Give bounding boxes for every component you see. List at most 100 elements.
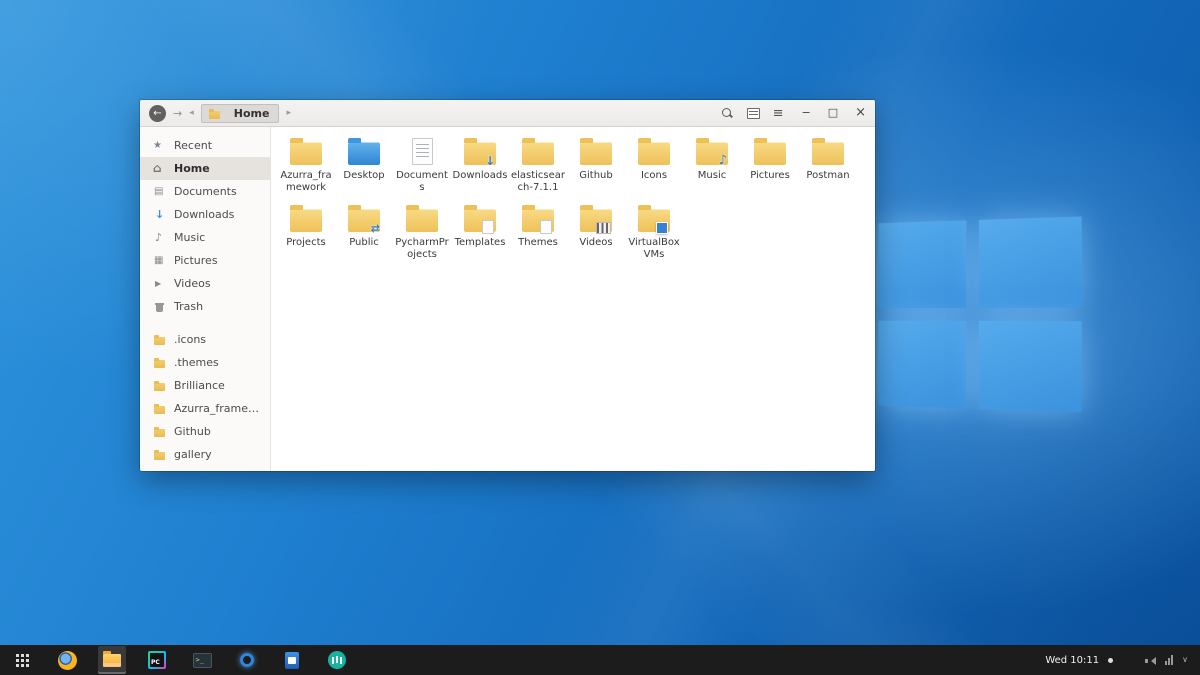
folder-icon bbox=[290, 209, 322, 232]
sidebar-item-downloads[interactable]: Downloads bbox=[140, 203, 270, 226]
file-label: Music bbox=[698, 170, 726, 182]
sidebar-item-home[interactable]: Home bbox=[140, 157, 270, 180]
file-item[interactable]: PycharmProjects bbox=[393, 202, 451, 261]
sidebar-item-label: Downloads bbox=[174, 208, 234, 221]
file-label: Pictures bbox=[750, 170, 790, 182]
downloads-icon bbox=[153, 208, 166, 221]
maximize-button[interactable]: □ bbox=[828, 106, 838, 120]
pathbar-scroll-left-button[interactable]: ◂ bbox=[189, 108, 194, 118]
folder-icon bbox=[348, 142, 380, 165]
sidebar-item-recent[interactable]: Recent bbox=[140, 134, 270, 157]
sidebar-item-documents[interactable]: Documents bbox=[140, 180, 270, 203]
minimize-button[interactable]: − bbox=[801, 106, 810, 120]
file-item[interactable]: Music bbox=[683, 135, 741, 194]
file-item[interactable]: Github bbox=[567, 135, 625, 194]
forward-button[interactable]: → bbox=[173, 107, 182, 120]
file-item[interactable]: Themes bbox=[509, 202, 567, 261]
pathbar-scroll-right-button[interactable]: ▸ bbox=[286, 108, 291, 118]
files-button[interactable] bbox=[98, 646, 126, 674]
file-label: Icons bbox=[641, 170, 667, 182]
file-item[interactable]: Projects bbox=[277, 202, 335, 261]
blue-ring-icon bbox=[240, 653, 254, 667]
music-icon bbox=[153, 231, 166, 244]
ring-app-button[interactable] bbox=[233, 646, 261, 674]
files-icon bbox=[103, 654, 121, 667]
file-item[interactable]: Azurra_framework bbox=[277, 135, 335, 194]
file-label: Themes bbox=[518, 237, 558, 249]
signal-bar bbox=[1168, 658, 1170, 665]
audio-app-button[interactable] bbox=[323, 646, 351, 674]
search-icon[interactable] bbox=[721, 107, 734, 120]
window-toolbar: ← → ◂ Home ▸ ≡ − □ × bbox=[140, 100, 875, 127]
system-tray: Wed 10:11 ∨ bbox=[1045, 655, 1200, 666]
back-button[interactable]: ← bbox=[149, 105, 166, 122]
sidebar-item-trash[interactable]: Trash bbox=[140, 295, 270, 318]
windows-logo-pane bbox=[879, 220, 967, 308]
file-item[interactable]: Templates bbox=[451, 202, 509, 261]
file-label: Github bbox=[579, 170, 612, 182]
folder-icon bbox=[464, 209, 496, 232]
file-label: PycharmProjects bbox=[394, 237, 450, 261]
file-label: Projects bbox=[286, 237, 325, 249]
file-label: Postman bbox=[806, 170, 849, 182]
office-app-button[interactable] bbox=[278, 646, 306, 674]
firefox-button[interactable] bbox=[53, 646, 81, 674]
folder-icon bbox=[638, 142, 670, 165]
sidebar-item-label: Github bbox=[174, 425, 211, 438]
view-toggle-icon[interactable] bbox=[747, 108, 760, 119]
file-item[interactable]: Postman bbox=[799, 135, 857, 194]
sidebar-item-azurra-framework[interactable]: Azurra_framework bbox=[140, 397, 270, 420]
folder-icon bbox=[522, 142, 554, 165]
folder-icon bbox=[464, 142, 496, 165]
sidebar-item-videos[interactable]: Videos bbox=[140, 272, 270, 295]
sidebar-item-label: Home bbox=[174, 162, 210, 175]
blue-document-icon bbox=[285, 652, 299, 669]
file-label: Templates bbox=[455, 237, 506, 249]
folder-icon bbox=[153, 333, 166, 346]
sidebar-item-gallery[interactable]: gallery bbox=[140, 443, 270, 466]
sidebar-item-music[interactable]: Music bbox=[140, 226, 270, 249]
pycharm-button[interactable]: PC bbox=[143, 646, 171, 674]
sidebar: Recent Home Documents Downloads Music bbox=[140, 127, 271, 471]
file-item[interactable]: VirtualBox VMs bbox=[625, 202, 683, 261]
start-button[interactable] bbox=[8, 646, 36, 674]
desktop: ← → ◂ Home ▸ ≡ − □ × bbox=[0, 0, 1200, 675]
file-item[interactable]: Videos bbox=[567, 202, 625, 261]
documents-icon bbox=[153, 185, 166, 198]
videos-icon bbox=[153, 277, 166, 290]
file-item[interactable]: Downloads bbox=[451, 135, 509, 194]
file-item[interactable]: Pictures bbox=[741, 135, 799, 194]
file-item[interactable]: Desktop bbox=[335, 135, 393, 194]
file-item[interactable]: Public bbox=[335, 202, 393, 261]
sidebar-item-dot-themes[interactable]: .themes bbox=[140, 351, 270, 374]
windows-logo-pane bbox=[979, 321, 1082, 413]
taskbar-clock[interactable]: Wed 10:11 bbox=[1045, 655, 1099, 666]
pathbar-home-tab[interactable]: Home bbox=[201, 104, 280, 123]
menu-icon[interactable]: ≡ bbox=[773, 107, 784, 120]
folder-icon bbox=[522, 209, 554, 232]
terminal-button[interactable]: >_ bbox=[188, 646, 216, 674]
file-item[interactable]: elasticsearch-7.1.1 bbox=[509, 135, 567, 194]
file-label: VirtualBox VMs bbox=[626, 237, 682, 261]
network-icon[interactable] bbox=[1165, 655, 1173, 665]
file-label: Azurra_framework bbox=[278, 170, 334, 194]
pycharm-badge: PC bbox=[150, 653, 164, 667]
folder-icon bbox=[754, 142, 786, 165]
volume-icon[interactable] bbox=[1145, 655, 1156, 666]
tray-chevron-icon[interactable]: ∨ bbox=[1182, 655, 1188, 665]
sidebar-item-brilliance[interactable]: Brilliance bbox=[140, 374, 270, 397]
pycharm-icon: PC bbox=[148, 651, 166, 669]
recent-icon bbox=[153, 139, 166, 152]
sidebar-item-label: .icons bbox=[174, 333, 206, 346]
terminal-icon: >_ bbox=[193, 653, 212, 668]
file-label: Public bbox=[349, 237, 379, 249]
folder-icon bbox=[290, 142, 322, 165]
file-item[interactable]: Documents bbox=[393, 135, 451, 194]
sidebar-item-pictures[interactable]: Pictures bbox=[140, 249, 270, 272]
app-grid-icon bbox=[16, 654, 29, 667]
sidebar-item-label: Music bbox=[174, 231, 205, 244]
file-item[interactable]: Icons bbox=[625, 135, 683, 194]
sidebar-item-dot-icons[interactable]: .icons bbox=[140, 328, 270, 351]
close-button[interactable]: × bbox=[855, 106, 866, 120]
sidebar-item-github[interactable]: Github bbox=[140, 420, 270, 443]
